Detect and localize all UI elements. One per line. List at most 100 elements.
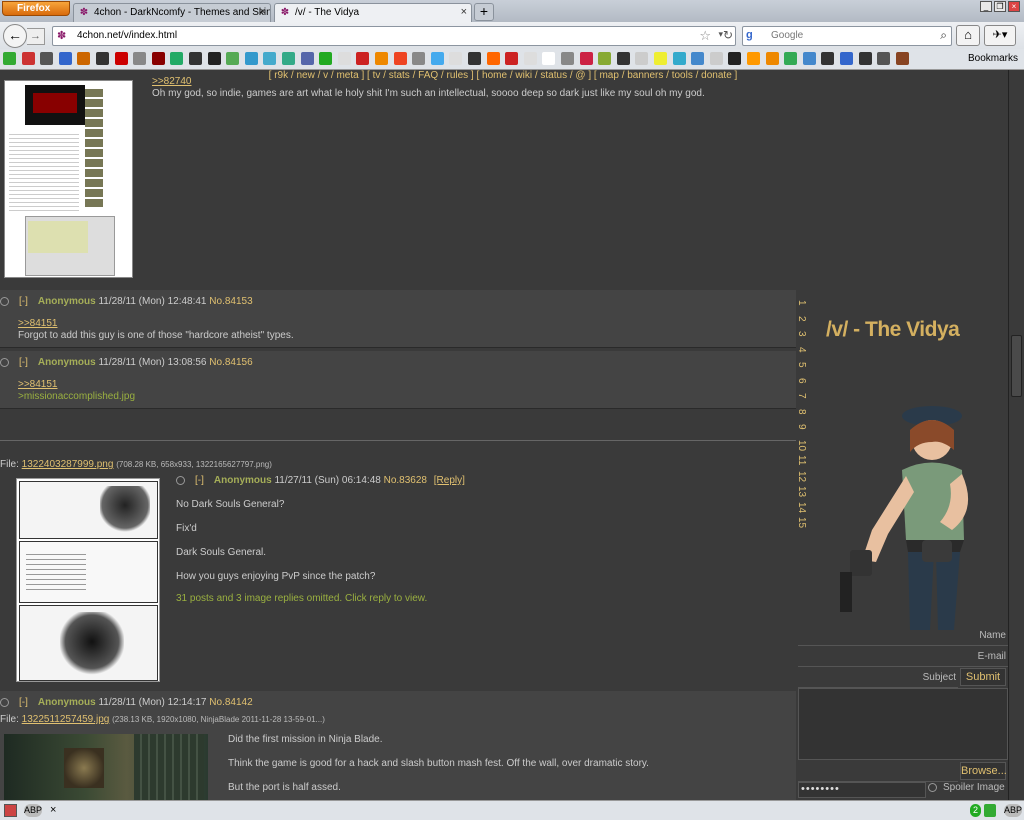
bookmark-icon[interactable] [114, 52, 128, 65]
bookmark-icon[interactable] [170, 52, 184, 65]
close-icon[interactable]: × [50, 804, 56, 817]
bookmark-icon[interactable] [393, 52, 407, 65]
game-screenshot-thumbnail[interactable] [4, 734, 208, 800]
password-field[interactable]: •••••••• [798, 782, 926, 798]
bookmark-icon[interactable] [672, 52, 686, 65]
minimize-icon[interactable]: _ [980, 1, 992, 12]
page-number-link[interactable]: 5 [796, 362, 807, 374]
abp-status-icon[interactable]: ABP [1004, 804, 1022, 817]
new-tab-button[interactable]: + [474, 3, 494, 21]
bookmark-icon[interactable] [858, 52, 872, 65]
bookmark-icon[interactable] [561, 52, 574, 65]
bookmark-icon[interactable] [319, 52, 333, 65]
bookmark-icon[interactable] [282, 52, 295, 65]
bookmark-icon[interactable] [40, 52, 54, 65]
page-number-link[interactable]: 10 [796, 440, 807, 452]
submit-button[interactable]: Submit [960, 668, 1006, 686]
bookmark-icon[interactable] [598, 52, 612, 65]
name-field[interactable]: Name [798, 626, 1008, 646]
bookmark-icon[interactable] [151, 52, 165, 65]
bookmark-icon[interactable] [709, 52, 723, 65]
page-number-link[interactable]: 15 [796, 517, 807, 529]
bookmark-icon[interactable] [784, 52, 798, 65]
scrollbar[interactable] [1008, 70, 1024, 800]
hide-thread-button[interactable]: [-] [195, 475, 204, 486]
back-arrow-icon[interactable]: ← [3, 24, 27, 48]
bookmark-icon[interactable] [821, 52, 835, 65]
post-thumbnail[interactable] [4, 80, 133, 278]
bookmark-icon[interactable] [3, 52, 16, 65]
post-number[interactable]: No.84153 [209, 296, 252, 307]
bookmark-icon[interactable] [468, 52, 481, 65]
file-link[interactable]: 1322511257459.jpg [22, 714, 110, 725]
page-number-link[interactable]: 1 [796, 300, 807, 312]
search-icon[interactable]: ⌕ [940, 28, 947, 43]
page-number-link[interactable]: 3 [796, 331, 807, 343]
page-number-link[interactable]: 6 [796, 378, 807, 390]
bookmark-icon[interactable] [728, 52, 742, 65]
bookmark-icon[interactable] [505, 52, 519, 65]
search-bar[interactable]: g Google ⌕ [742, 26, 952, 46]
bookmark-star-icon[interactable]: ☆ [699, 28, 711, 44]
bookmark-icon[interactable] [877, 52, 891, 65]
bookmark-icon[interactable] [263, 52, 277, 65]
post-select-radio[interactable] [0, 357, 9, 367]
addon-icon[interactable]: ✈▾ [984, 25, 1016, 46]
bookmark-icon[interactable] [133, 52, 147, 65]
page-number-link[interactable]: 11 [796, 455, 807, 467]
page-number-link[interactable]: 12 [796, 471, 807, 483]
close-window-icon[interactable]: × [1008, 1, 1020, 12]
bookmark-icon[interactable] [691, 52, 705, 65]
bookmark-icon[interactable] [244, 52, 258, 65]
bookmark-icon[interactable] [412, 52, 426, 65]
spoiler-radio[interactable] [928, 782, 937, 792]
page-number-link[interactable]: 7 [796, 393, 807, 405]
url-bar[interactable]: ✽ 4chon.net/v/index.html ☆ ▾ ↻ [52, 26, 736, 46]
manga-thumbnail[interactable] [16, 478, 160, 682]
bookmark-icon[interactable] [616, 52, 630, 65]
bookmark-icon[interactable] [77, 52, 91, 65]
bookmark-icon[interactable] [654, 52, 667, 65]
bookmark-icon[interactable] [430, 52, 444, 65]
bookmarks-menu[interactable]: Bookmarks [968, 53, 1018, 64]
bookmark-icon[interactable] [765, 52, 779, 65]
file-field[interactable] [798, 762, 958, 782]
reply-link[interactable]: [Reply] [434, 475, 465, 486]
bookmark-icon[interactable] [523, 52, 537, 65]
page-number-link[interactable]: 14 [796, 502, 807, 514]
bookmark-icon[interactable] [21, 52, 35, 65]
bookmark-icon[interactable] [58, 52, 72, 65]
page-number-link[interactable]: 2 [796, 316, 807, 328]
bookmark-icon[interactable] [300, 52, 314, 65]
post-number[interactable]: No.84156 [209, 357, 252, 368]
page-number-link[interactable]: 13 [796, 486, 807, 498]
browse-button[interactable]: Browse... [960, 762, 1007, 780]
tab-the-vidya[interactable]: ✽ /v/ - The Vidya × [274, 3, 472, 22]
bookmark-icon[interactable] [449, 52, 463, 65]
home-icon[interactable]: ⌂ [956, 25, 980, 46]
page-number-link[interactable]: 4 [796, 347, 807, 359]
bookmark-icon[interactable] [207, 52, 221, 65]
abp-icon[interactable]: ABP [24, 804, 42, 817]
quote-link[interactable]: >>84151 [18, 379, 58, 390]
comment-textarea[interactable] [798, 688, 1008, 760]
search-input[interactable]: Google [771, 30, 803, 41]
email-field[interactable]: E-mail [798, 647, 1008, 667]
bookmark-icon[interactable] [802, 52, 816, 65]
bookmark-icon[interactable] [337, 52, 351, 65]
quote-link[interactable]: >>84151 [18, 318, 58, 329]
hide-post-button[interactable]: [-] [19, 697, 28, 708]
bookmark-icon[interactable] [189, 52, 202, 65]
post-select-radio[interactable] [0, 296, 9, 306]
bookmark-icon[interactable] [226, 52, 240, 65]
restore-icon[interactable]: ❐ [994, 1, 1006, 12]
scrollbar-thumb[interactable] [1011, 335, 1022, 397]
hide-post-button[interactable]: [-] [19, 296, 28, 307]
notification-count-icon[interactable]: 2 [970, 804, 981, 817]
hide-post-button[interactable]: [-] [19, 357, 28, 368]
close-tab-icon[interactable]: × [260, 4, 266, 21]
page-number-link[interactable]: 8 [796, 409, 807, 421]
tab-darkncomfy[interactable]: ✽ 4chon - DarkNcomfy - Themes and Skins … [73, 3, 271, 22]
addon-icon[interactable] [4, 804, 17, 817]
bookmark-icon[interactable] [840, 52, 853, 65]
